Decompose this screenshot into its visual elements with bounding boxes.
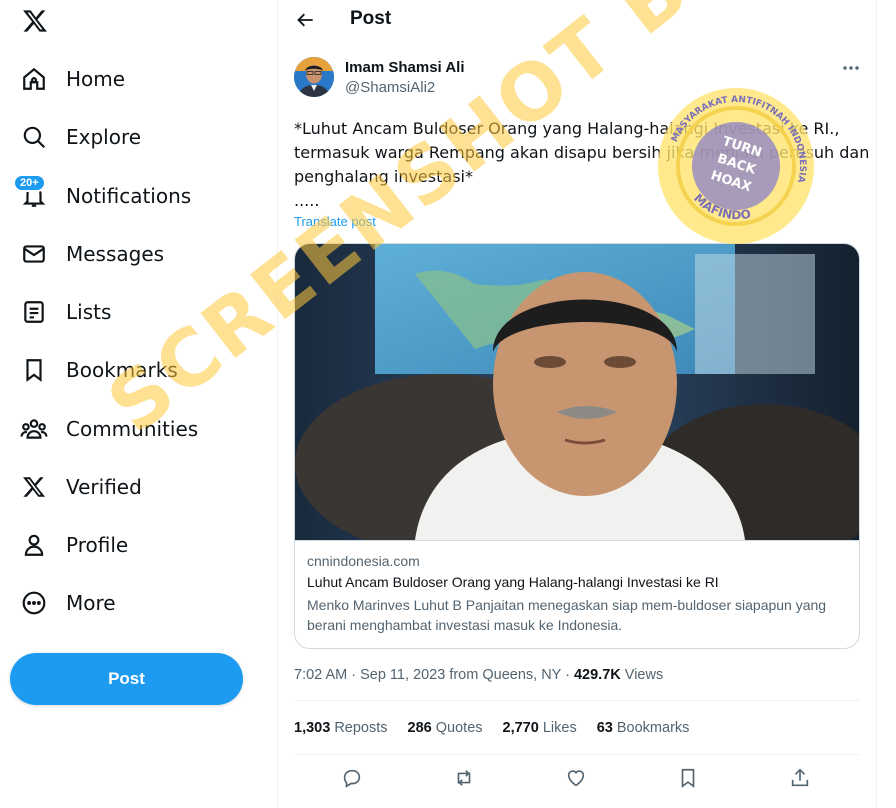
nav-home-label: Home [66,67,126,91]
list-icon [20,298,48,326]
envelope-icon [20,240,48,268]
post-stats: 1,303 Reposts 286 Quotes 2,770 Likes 63 … [294,720,689,736]
column-divider-right [876,0,877,808]
post-actions [294,766,860,792]
card-meta[interactable]: cnnindonesia.com Luhut Ancam Buldoser Or… [295,540,859,648]
nav-messages[interactable]: Messages [10,229,164,279]
card-description: Menko Marinves Luhut B Panjaitan menegas… [307,597,827,633]
nav-messages-label: Messages [66,242,165,266]
post-timestamp: 7:02 AM · Sep 11, 2023 from Queens, NY ·… [294,667,663,683]
people-icon [20,415,48,443]
x-logo-icon [20,473,48,501]
quotes-stat[interactable]: 286 Quotes [408,720,483,736]
nav-verified[interactable]: Verified [10,462,142,512]
post-button[interactable]: Post [10,653,243,705]
nav-profile-label: Profile [66,533,129,557]
nav-notifications[interactable]: 20+ Notifications [10,171,191,221]
repost-icon[interactable] [452,766,476,790]
avatar[interactable] [294,57,334,97]
translate-post-link[interactable]: Translate post [294,214,376,229]
bookmark-icon [20,356,48,384]
sidebar: Home Explore 20+ Notifications Messages … [0,0,277,808]
more-options-icon[interactable] [840,58,862,78]
nav-bookmarks[interactable]: Bookmarks [10,345,178,395]
link-card[interactable]: cnnindonesia.com Luhut Ancam Buldoser Or… [294,243,860,649]
reposts-label: Reposts [334,720,388,736]
post-text-line: penghalang investasi* [294,167,473,186]
search-icon [20,123,48,151]
separator-dot: · [351,667,361,683]
post-date[interactable]: Sep 11, 2023 [360,667,445,683]
bell-icon: 20+ [13,174,48,210]
reply-icon[interactable] [340,766,364,790]
reposts-count: 1,303 [294,720,331,736]
post-location: from Queens, NY [449,667,562,683]
quotes-label: Quotes [435,720,483,736]
card-title: Luhut Ancam Buldoser Orang yang Halang-h… [307,574,719,590]
likes-label: Likes [542,720,577,736]
nav-bookmarks-label: Bookmarks [66,358,178,382]
divider [294,754,860,755]
nav-notifications-label: Notifications [66,184,192,208]
post-text-line: termasuk warga Rempang akan disapu bersi… [294,143,870,162]
quotes-count: 286 [407,720,432,736]
divider [294,700,860,701]
home-icon [20,65,48,93]
separator-dot: · [565,667,574,683]
back-arrow-icon[interactable] [292,6,320,34]
card-image[interactable] [295,244,859,564]
nav-explore-label: Explore [66,125,142,149]
page-title: Post [350,8,392,29]
card-domain: cnnindonesia.com [307,553,420,569]
more-circle-icon [20,589,48,617]
author-handle[interactable]: @ShamsiAli2 [345,79,435,96]
x-logo-icon[interactable] [18,4,52,38]
nav-explore[interactable]: Explore [10,112,141,162]
page-header: Post [278,0,876,40]
views-label: Views [624,667,664,683]
bookmarks-label: Bookmarks [616,720,690,736]
nav-lists[interactable]: Lists [10,287,111,337]
main-column: Post Imam Shamsi Ali @ShamsiAli2 *Luhut … [278,0,876,808]
post-text: *Luhut Ancam Buldoser Orang yang Halang-… [294,117,870,213]
like-icon[interactable] [564,766,588,790]
likes-count: 2,770 [502,720,539,736]
bookmark-icon[interactable] [676,766,700,790]
nav-communities-label: Communities [66,417,199,441]
bookmarks-stat[interactable]: 63 Bookmarks [597,720,690,736]
nav-more[interactable]: More [10,578,116,628]
person-icon [20,531,48,559]
likes-stat[interactable]: 2,770 Likes [503,720,577,736]
nav-more-label: More [66,591,116,615]
author-name[interactable]: Imam Shamsi Ali [345,59,465,76]
post-text-line: ..... [294,191,320,210]
notification-badge: 20+ [13,174,46,192]
post-text-line: *Luhut Ancam Buldoser Orang yang Halang-… [294,119,840,138]
post-time[interactable]: 7:02 AM [294,667,347,683]
views-count: 429.7K [573,667,621,683]
nav-verified-label: Verified [66,475,142,499]
bookmarks-count: 63 [596,720,613,736]
nav-home[interactable]: Home [10,54,125,104]
reposts-stat[interactable]: 1,303 Reposts [294,720,388,736]
nav-communities[interactable]: Communities [10,404,198,454]
nav-profile[interactable]: Profile [10,520,128,570]
nav-lists-label: Lists [66,300,112,324]
share-icon[interactable] [788,766,812,790]
